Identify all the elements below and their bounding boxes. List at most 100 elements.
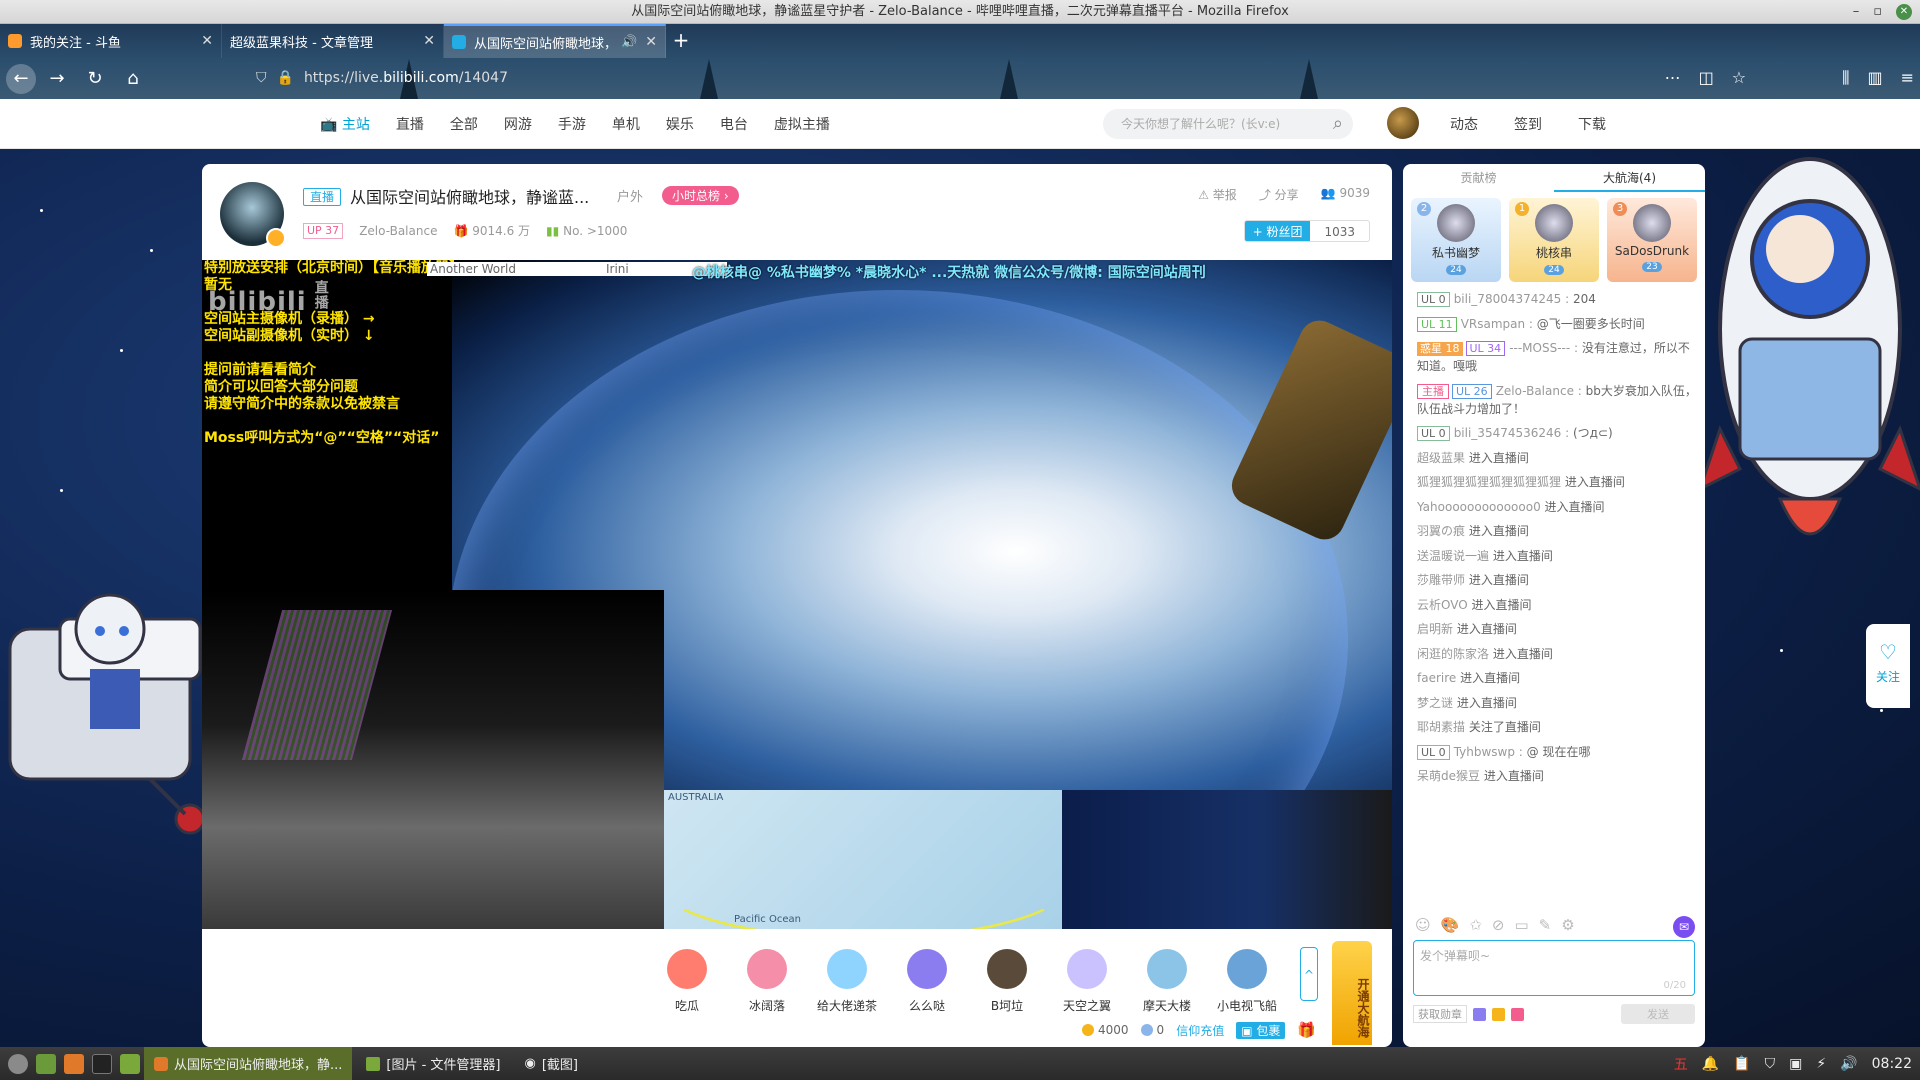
nav-all[interactable]: 全部 (450, 114, 478, 134)
chat-user[interactable]: bili_35474536246 (1454, 426, 1562, 440)
tab-bilibili-live[interactable]: 从国际空间站俯瞰地球， 🔊 ✕ (444, 24, 666, 58)
nav-home[interactable]: 📺 主站 (320, 114, 370, 134)
gift-tv-ship[interactable]: 小电视飞船 (1212, 949, 1282, 1014)
tab-douyu[interactable]: 我的关注 - 斗鱼 ✕ (0, 24, 222, 58)
speaker-icon[interactable]: 🔊 (621, 35, 637, 50)
terminal-icon[interactable] (92, 1053, 112, 1074)
tab-close-icon[interactable]: ✕ (201, 33, 213, 49)
back-button[interactable]: ← (6, 63, 36, 94)
volume-icon[interactable]: 🔊 (1840, 1056, 1857, 1072)
chat-bubble-icon[interactable]: ✉ (1673, 916, 1695, 938)
nav-radio[interactable]: 电台 (720, 114, 748, 134)
new-tab-button[interactable]: + (666, 24, 696, 58)
nav-mobile-games[interactable]: 手游 (558, 114, 586, 134)
gift-skyscraper[interactable]: 摩天大楼 (1132, 949, 1202, 1014)
power-icon[interactable]: ⚡ (1816, 1056, 1826, 1072)
streamer-name[interactable]: Zelo-Balance (359, 224, 437, 238)
lock-icon[interactable]: 🔒 (277, 70, 294, 86)
tab-close-icon[interactable]: ✕ (645, 34, 657, 50)
chat-user[interactable]: Zelo-Balance (1496, 384, 1574, 398)
nav-vtuber[interactable]: 虚拟主播 (774, 114, 830, 134)
start-menu-icon[interactable] (8, 1053, 28, 1074)
live-video-player[interactable]: AUSTRALIA Pacific Ocean bilibili 直播 特别放送安… (202, 260, 1392, 929)
search-input[interactable]: 今天你想了解什么呢？(长v:e) ⌕ (1103, 109, 1353, 139)
input-method-icon[interactable]: 五 (1674, 1054, 1688, 1074)
search-icon[interactable]: ⌕ (1333, 109, 1343, 139)
maximize-icon[interactable]: ▫ (1873, 0, 1882, 24)
taskbar-item-screenshot[interactable]: ◉ [截图] (515, 1047, 589, 1080)
chat-user[interactable]: VRsampan (1461, 317, 1525, 331)
gift-expand-button[interactable]: ^ (1300, 947, 1318, 1001)
screen-icon[interactable]: ▭ (1514, 916, 1528, 938)
tab-close-icon[interactable]: ✕ (423, 33, 435, 49)
get-medal-button[interactable]: 获取勋章 (1413, 1005, 1467, 1023)
clipboard-icon[interactable]: 📋 (1733, 1056, 1750, 1072)
recharge-link[interactable]: 信仰充值 (1176, 1022, 1224, 1039)
tab-article-manage[interactable]: 超级蓝果科技 - 文章管理 ✕ (222, 24, 444, 58)
shield-tray-icon[interactable]: ⛉ (1765, 1056, 1776, 1072)
medal-style-icon[interactable] (1473, 1007, 1486, 1021)
forward-button[interactable]: → (40, 62, 74, 96)
sticker-icon[interactable]: ✩ (1469, 916, 1482, 938)
url-text[interactable]: https://live.bilibili.com/14047 (304, 70, 508, 86)
chat-user[interactable]: ---MOSS--- (1509, 341, 1570, 355)
hourly-rank-pill[interactable]: 小时总榜 › (662, 186, 739, 205)
menu-icon[interactable]: ≡ (1901, 62, 1914, 94)
window-tray-icon[interactable]: ▣ (1789, 1056, 1802, 1072)
gift-icon[interactable]: 🎁 (1297, 1021, 1316, 1039)
tab-contribution[interactable]: 贡献榜 (1403, 164, 1554, 192)
streamer-avatar[interactable] (220, 182, 286, 248)
url-bar[interactable]: ⛉ 🔒 https://live.bilibili.com/14047 (250, 62, 1690, 94)
medal-style-icon[interactable] (1492, 1007, 1505, 1021)
files-icon[interactable] (120, 1053, 140, 1074)
guard-open-button[interactable]: 开通大航海 (1332, 941, 1372, 1045)
nav-live[interactable]: 直播 (396, 114, 424, 134)
fan-club-button[interactable]: + 粉丝团 (1244, 221, 1311, 241)
palette-icon[interactable]: 🎨 (1441, 916, 1460, 938)
library-icon[interactable]: ⫼ (1842, 62, 1849, 94)
package-button[interactable]: ▣ 包裹 (1236, 1021, 1286, 1039)
edit-icon[interactable]: ✎ (1539, 916, 1552, 938)
taskbar-item-firefox[interactable]: 从国际空间站俯瞰地球，静... (144, 1047, 353, 1080)
tab-guard[interactable]: 大航海(4) (1554, 164, 1705, 192)
report-button[interactable]: ⚠ 举报 (1198, 186, 1237, 203)
page-actions-icon[interactable]: ⋯ (1665, 62, 1681, 94)
emoji-icon[interactable]: ☺ (1415, 916, 1431, 938)
bookmark-star-icon[interactable]: ☆ (1732, 62, 1746, 94)
gift-watermelon[interactable]: 吃瓜 (652, 949, 722, 1014)
close-window-icon[interactable]: ✕ (1896, 4, 1912, 20)
block-icon[interactable]: ⊘ (1492, 916, 1505, 938)
medal-style-icon[interactable] (1511, 1007, 1524, 1021)
chat-user[interactable]: bili_78004374245 (1454, 292, 1562, 306)
taskbar-item-file-manager[interactable]: [图片 - 文件管理器] (356, 1047, 510, 1080)
minimize-icon[interactable]: – (1853, 0, 1860, 24)
gift-cola[interactable]: 冰阔落 (732, 949, 802, 1014)
clock[interactable]: 08:22 (1872, 1056, 1912, 1072)
show-desktop-icon[interactable] (36, 1053, 56, 1074)
firefox-launcher-icon[interactable] (64, 1053, 84, 1074)
guard-card[interactable]: 2 私书幽梦 24 (1411, 198, 1501, 282)
user-avatar[interactable] (1387, 107, 1419, 139)
rank-number[interactable]: ▮▮ No. >1000 (546, 224, 627, 238)
danmaku-input[interactable]: 发个弹幕呗~ 0/20 (1413, 940, 1695, 996)
room-area[interactable]: 户外 (617, 186, 643, 205)
gift-tea[interactable]: 给大佬递茶 (812, 949, 882, 1014)
link-download[interactable]: 下载 (1578, 114, 1606, 134)
sidebar-icon[interactable]: ▥ (1867, 62, 1882, 94)
link-checkin[interactable]: 签到 (1514, 114, 1542, 134)
share-button[interactable]: ⤴ 分享 (1259, 186, 1299, 203)
gift-sky-wing[interactable]: 天空之翼 (1052, 949, 1122, 1014)
home-button[interactable]: ⌂ (116, 62, 150, 96)
chat-user[interactable]: Tyhbwswp (1454, 745, 1515, 759)
follow-side-button[interactable]: ♡ 关注 (1866, 624, 1910, 708)
notification-bell-icon[interactable]: 🔔 (1702, 1056, 1719, 1072)
nav-entertainment[interactable]: 娱乐 (666, 114, 694, 134)
nav-online-games[interactable]: 网游 (504, 114, 532, 134)
nav-single-player[interactable]: 单机 (612, 114, 640, 134)
send-button[interactable]: 发送 (1621, 1004, 1695, 1024)
settings-icon[interactable]: ⚙ (1561, 916, 1574, 938)
gift-kiss[interactable]: 么么哒 (892, 949, 962, 1014)
reload-button[interactable]: ↻ (78, 62, 112, 96)
pocket-icon[interactable]: ◫ (1699, 62, 1714, 94)
link-dynamics[interactable]: 动态 (1450, 114, 1478, 134)
